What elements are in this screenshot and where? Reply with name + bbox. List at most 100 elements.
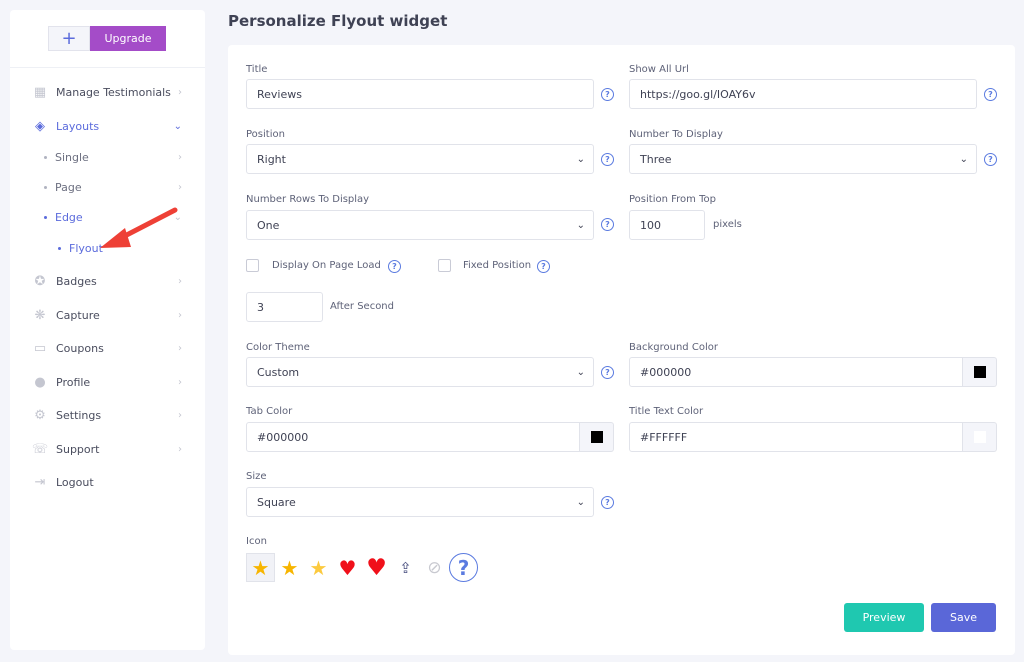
sidebar-item-layouts[interactable]: ◈ Layouts ⌄ bbox=[32, 118, 182, 134]
sidebar-item-capture[interactable]: ❋ Capture › bbox=[32, 307, 182, 323]
star-icon[interactable]: ★ bbox=[246, 553, 275, 582]
show-all-url-value: https://goo.gl/IOAY6v bbox=[640, 87, 756, 101]
preview-button[interactable]: Preview bbox=[844, 603, 924, 632]
tab-color-swatch[interactable] bbox=[580, 422, 614, 452]
sidebar-item-manage-testimonials[interactable]: ▦ Manage Testimonials › bbox=[32, 84, 182, 100]
background-color-swatch[interactable] bbox=[963, 357, 997, 387]
position-label: Position bbox=[246, 129, 285, 140]
badge-icon: ✪ bbox=[34, 273, 46, 289]
show-all-url-input[interactable]: https://goo.gl/IOAY6v bbox=[629, 79, 977, 109]
tab-color-label: Tab Color bbox=[246, 406, 293, 417]
user-icon: ● bbox=[34, 374, 46, 390]
sidebar-item-label: Badges bbox=[56, 274, 97, 288]
title-value: Reviews bbox=[257, 87, 302, 101]
star-icon[interactable]: ★ bbox=[275, 553, 304, 582]
sidebar-item-badges[interactable]: ✪ Badges › bbox=[32, 273, 182, 289]
sidebar-item-label: Support bbox=[56, 442, 100, 456]
sidebar-item-profile[interactable]: ● Profile › bbox=[32, 374, 182, 390]
help-icon[interactable]: ? bbox=[537, 260, 550, 273]
page-title: Personalize Flyout widget bbox=[228, 12, 448, 30]
chevron-right-icon: › bbox=[178, 342, 182, 354]
sidebar-item-label: Settings bbox=[56, 408, 102, 422]
position-from-top-label: Position From Top bbox=[629, 194, 716, 205]
chevron-right-icon: › bbox=[178, 86, 182, 98]
background-color-input[interactable]: #000000 bbox=[629, 357, 963, 387]
sidebar-item-settings[interactable]: ⚙ Settings › bbox=[32, 407, 182, 423]
position-from-top-input[interactable]: 100 bbox=[629, 210, 705, 240]
tab-color-input[interactable]: #000000 bbox=[246, 422, 580, 452]
size-select[interactable]: Square ⌄ bbox=[246, 487, 594, 517]
title-text-color-input[interactable]: #FFFFFF bbox=[629, 422, 963, 452]
help-icon[interactable]: ? bbox=[601, 496, 614, 509]
chevron-down-icon: ⌄ bbox=[576, 219, 585, 231]
sidebar-subitem-page[interactable]: Page › bbox=[44, 181, 182, 194]
number-rows-select[interactable]: One ⌄ bbox=[246, 210, 594, 240]
sidebar-item-coupons[interactable]: ▭ Coupons › bbox=[32, 340, 182, 356]
sidebar-item-logout[interactable]: ⇥ Logout bbox=[32, 474, 182, 490]
number-rows-value: One bbox=[257, 218, 280, 232]
chevron-down-icon: ⌄ bbox=[173, 120, 182, 132]
capture-icon: ❋ bbox=[34, 307, 46, 323]
sidebar-item-label: Coupons bbox=[56, 341, 104, 355]
sidebar-item-label: Profile bbox=[56, 375, 91, 389]
sidebar-item-label: Edge bbox=[55, 211, 83, 224]
after-second-value: 3 bbox=[257, 300, 264, 314]
fixed-position-checkbox[interactable] bbox=[438, 259, 451, 272]
tab-color-value: #000000 bbox=[257, 430, 309, 444]
chevron-down-icon: ⌄ bbox=[959, 153, 968, 165]
help-icon[interactable]: ? bbox=[601, 88, 614, 101]
sidebar-item-label: Logout bbox=[56, 475, 94, 489]
title-text-color-swatch[interactable] bbox=[963, 422, 997, 452]
chevron-down-icon: ⌄ bbox=[576, 153, 585, 165]
bullet bbox=[44, 156, 47, 159]
heart-icon[interactable]: ♥ bbox=[333, 553, 362, 582]
color-theme-label: Color Theme bbox=[246, 342, 310, 353]
background-color-label: Background Color bbox=[629, 342, 718, 353]
none-icon[interactable]: ⊘ bbox=[420, 553, 449, 582]
icon-picker: ★ ★ ★ ♥ ♥ ⇪ ⊘ ? bbox=[246, 553, 478, 582]
sidebar-item-label: Manage Testimonials bbox=[56, 85, 171, 99]
chevron-right-icon: › bbox=[178, 443, 182, 455]
color-theme-select[interactable]: Custom ⌄ bbox=[246, 357, 594, 387]
sidebar-item-label: Layouts bbox=[56, 119, 100, 133]
after-second-input[interactable]: 3 bbox=[246, 292, 323, 322]
heart-icon[interactable]: ♥ bbox=[362, 553, 391, 582]
upload-icon[interactable]: ⇪ bbox=[391, 553, 420, 582]
icon-label: Icon bbox=[246, 536, 267, 547]
chevron-right-icon: › bbox=[178, 376, 182, 388]
pixels-unit: pixels bbox=[713, 219, 742, 230]
size-value: Square bbox=[257, 495, 296, 509]
star-outline-icon[interactable]: ★ bbox=[304, 553, 333, 582]
color-theme-value: Custom bbox=[257, 365, 300, 379]
position-select[interactable]: Right ⌄ bbox=[246, 144, 594, 174]
coupon-icon: ▭ bbox=[33, 340, 47, 356]
display-on-load-label: Display On Page Load bbox=[272, 260, 381, 271]
upgrade-button[interactable]: Upgrade bbox=[90, 26, 166, 51]
number-to-display-select[interactable]: Three ⌄ bbox=[629, 144, 977, 174]
help-icon[interactable]: ? bbox=[388, 260, 401, 273]
sidebar-item-label: Single bbox=[55, 151, 89, 164]
help-icon[interactable]: ? bbox=[449, 553, 478, 582]
logout-icon: ⇥ bbox=[34, 474, 46, 490]
background-color-value: #000000 bbox=[640, 365, 692, 379]
chevron-right-icon: › bbox=[178, 152, 182, 163]
title-text-color-label: Title Text Color bbox=[629, 406, 704, 417]
add-button[interactable]: + bbox=[48, 26, 90, 51]
help-icon-wrap[interactable]: ? bbox=[449, 553, 478, 582]
sidebar-item-support[interactable]: ☏ Support › bbox=[32, 441, 182, 457]
title-input[interactable]: Reviews bbox=[246, 79, 594, 109]
save-button[interactable]: Save bbox=[931, 603, 996, 632]
help-icon[interactable]: ? bbox=[984, 88, 997, 101]
show-all-url-label: Show All Url bbox=[629, 64, 689, 75]
sidebar-subitem-single[interactable]: Single › bbox=[44, 151, 182, 164]
title-label: Title bbox=[246, 64, 268, 75]
help-icon[interactable]: ? bbox=[601, 153, 614, 166]
help-icon[interactable]: ? bbox=[984, 153, 997, 166]
help-icon[interactable]: ? bbox=[601, 218, 614, 231]
display-on-load-checkbox[interactable] bbox=[246, 259, 259, 272]
help-icon[interactable]: ? bbox=[601, 366, 614, 379]
support-icon: ☏ bbox=[31, 441, 49, 457]
position-value: Right bbox=[257, 152, 286, 166]
size-label: Size bbox=[246, 471, 267, 482]
gear-icon: ⚙ bbox=[34, 407, 46, 423]
